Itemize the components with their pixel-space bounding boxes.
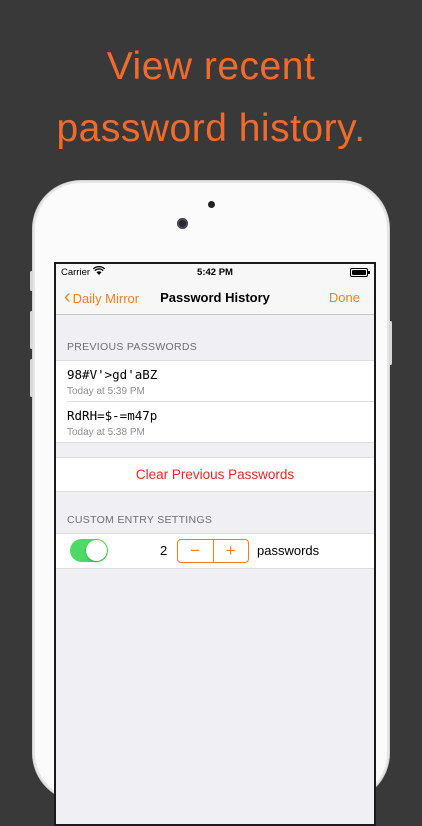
status-bar: Carrier 5:42 PM (56, 264, 374, 282)
volume-down-button (30, 359, 33, 397)
previous-passwords-list: 98#V'>gd'aBZ Today at 5:39 PM RdRH=$-=m4… (56, 360, 374, 443)
headline-line-1: View recent (106, 45, 316, 88)
custom-entry-settings: 2 − + passwords (56, 533, 374, 569)
side-button (30, 271, 33, 291)
page-title: Password History (160, 290, 270, 305)
custom-entry-toggle[interactable] (70, 539, 108, 562)
back-button-label: Daily Mirror (72, 290, 140, 306)
clear-group: Clear Previous Passwords (56, 457, 374, 492)
done-button[interactable]: Done (329, 282, 360, 314)
password-timestamp: Today at 5:39 PM (67, 386, 145, 397)
increment-button[interactable]: + (214, 540, 249, 562)
back-button[interactable]: ‹ Daily Mirror (64, 282, 139, 314)
clear-previous-passwords-button[interactable]: Clear Previous Passwords (56, 458, 374, 491)
count-unit-label: passwords (257, 543, 320, 558)
battery-icon (350, 268, 370, 277)
custom-entry-settings-header: CUSTOM ENTRY SETTINGS (67, 514, 213, 526)
previous-passwords-header: PREVIOUS PASSWORDS (67, 341, 198, 353)
password-value: 98#V'>gd'aBZ (67, 367, 158, 382)
phone-frame: Carrier 5:42 PM ‹ Daily Mirror Password … (30, 181, 392, 826)
volume-up-button (30, 311, 33, 349)
headline-line-2: password history. (56, 107, 366, 150)
list-item[interactable]: RdRH=$-=m47p Today at 5:38 PM (67, 401, 374, 442)
password-count: 2 (160, 543, 168, 558)
headline: View recent password history. (0, 36, 422, 160)
front-camera-icon (177, 218, 188, 229)
phone-screen: Carrier 5:42 PM ‹ Daily Mirror Password … (54, 262, 376, 826)
proximity-sensor (208, 201, 215, 208)
decrement-button[interactable]: − (178, 540, 214, 562)
list-item[interactable]: 98#V'>gd'aBZ Today at 5:39 PM (56, 361, 374, 401)
custom-entry-row: 2 − + passwords (56, 534, 374, 568)
chevron-left-icon: ‹ (64, 286, 71, 308)
password-timestamp: Today at 5:38 PM (67, 427, 145, 438)
power-button (389, 321, 392, 365)
status-time: 5:42 PM (197, 267, 233, 278)
password-value: RdRH=$-=m47p (67, 408, 158, 423)
password-count-stepper: − + (177, 539, 249, 563)
navigation-bar: ‹ Daily Mirror Password History Done (56, 282, 374, 315)
